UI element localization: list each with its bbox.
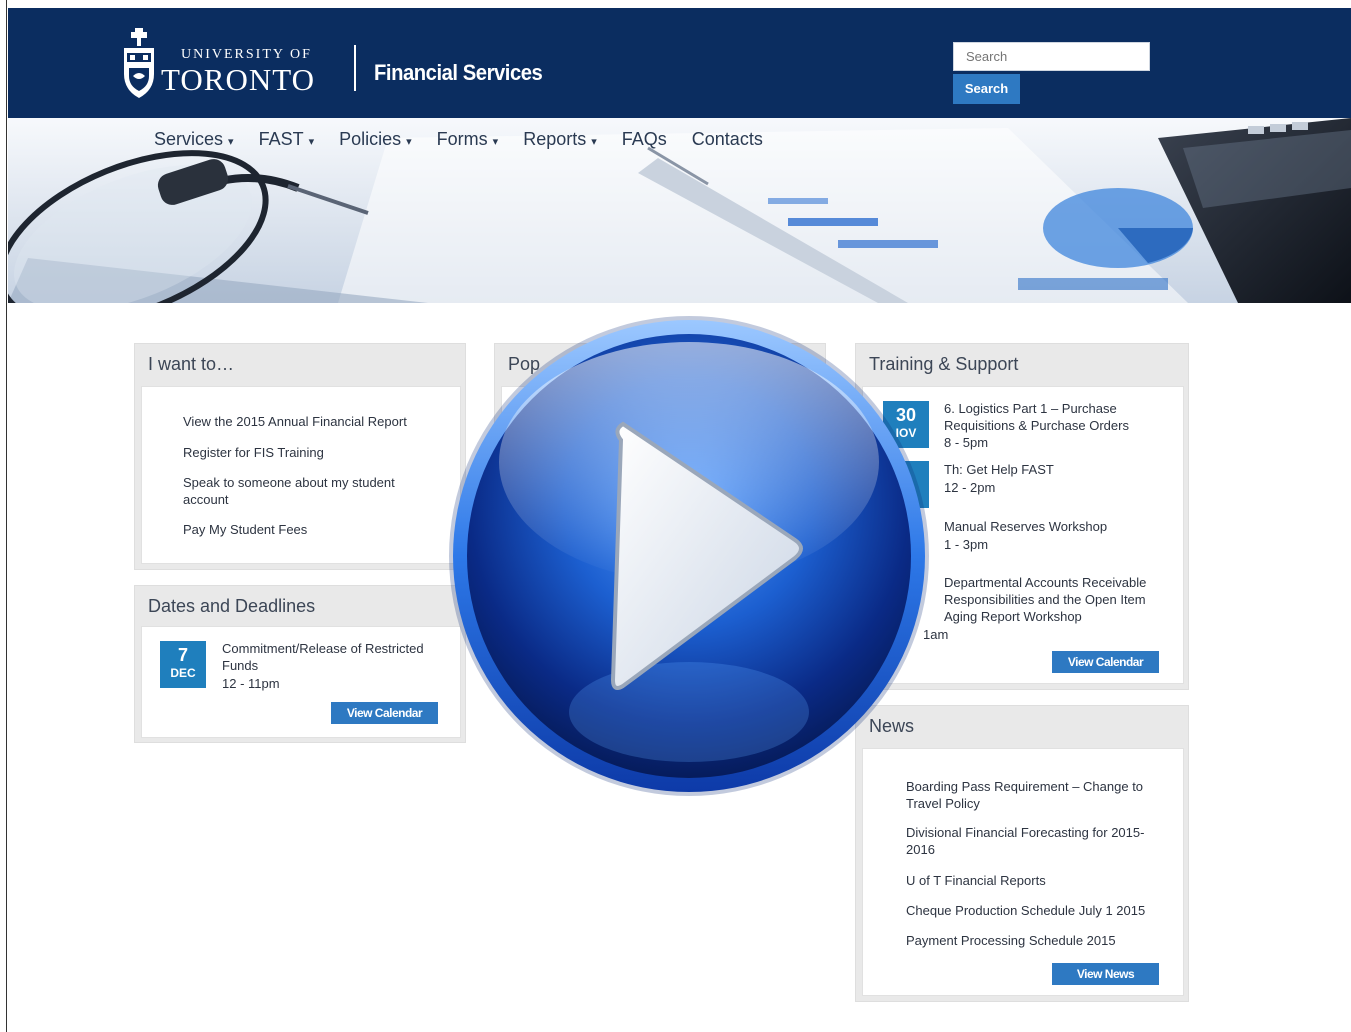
news-item[interactable]: U of T Financial Reports: [906, 872, 1156, 889]
nav-label: Contacts: [691, 129, 763, 149]
event-time: 12 - 11pm: [222, 676, 280, 691]
nav-label: Forms: [436, 129, 488, 149]
nav-label: Reports: [523, 129, 587, 149]
play-button-icon[interactable]: [445, 312, 933, 800]
nav-reports[interactable]: Reports ▾: [523, 129, 597, 150]
nav-faqs[interactable]: FAQs: [622, 129, 667, 150]
event-title[interactable]: 6. Logistics Part 1 – Purchase Requisiti…: [944, 400, 1164, 434]
news-item[interactable]: Divisional Financial Forecasting for 201…: [906, 824, 1158, 858]
nav-forms[interactable]: Forms ▾: [437, 129, 499, 150]
event-time: 1 - 3pm: [944, 537, 989, 552]
panel-title: Dates and Deadlines: [148, 596, 316, 616]
nav-policies[interactable]: Policies ▾: [339, 129, 412, 150]
department-name[interactable]: Financial Services: [374, 60, 543, 86]
date-day: 7: [177, 645, 188, 665]
university-crest-icon[interactable]: [121, 26, 157, 102]
news-item[interactable]: Boarding Pass Requirement – Change to Tr…: [906, 778, 1156, 812]
frame-border: [6, 0, 7, 1032]
news-item[interactable]: Cheque Production Schedule July 1 2015: [906, 902, 1166, 919]
main-nav: Services ▾ FAST ▾ Policies ▾ Forms ▾ Reports…: [154, 129, 788, 150]
dates-deadlines-panel: Dates and Deadlines 7 DEC Commitment/Rel…: [134, 585, 466, 743]
event-title[interactable]: Manual Reserves Workshop: [944, 518, 1164, 535]
search-button[interactable]: Search: [953, 74, 1020, 104]
event-title[interactable]: Commitment/Release of Restricted Funds: [222, 640, 444, 674]
date-month: DEC: [170, 666, 196, 680]
event-time: 12 - 2pm: [944, 480, 996, 495]
university-name[interactable]: TORONTO: [161, 62, 315, 98]
page: UNIVERSITY OF TORONTO Financial Services…: [0, 0, 1351, 1032]
view-news-button[interactable]: View News: [1052, 963, 1159, 985]
hero-banner: Services ▾ FAST ▾ Policies ▾ Forms ▾ Reports…: [8, 118, 1351, 303]
chevron-down-icon: ▾: [228, 136, 234, 148]
link-student-account[interactable]: Speak to someone about my student accoun…: [183, 474, 423, 508]
i-want-to-panel: I want to… View the 2015 Annual Financia…: [134, 343, 466, 570]
news-item[interactable]: Payment Processing Schedule 2015: [906, 932, 1166, 949]
nav-fast[interactable]: FAST ▾: [259, 129, 315, 150]
nav-services[interactable]: Services ▾: [154, 129, 234, 150]
site-header: UNIVERSITY OF TORONTO Financial Services…: [8, 8, 1351, 118]
link-register-fis[interactable]: Register for FIS Training: [183, 444, 443, 461]
chevron-down-icon: ▾: [492, 136, 499, 148]
panel-title: I want to…: [148, 354, 235, 374]
nav-label: FAQs: [621, 129, 667, 149]
chevron-down-icon: ▾: [308, 136, 315, 148]
panel-body: View the 2015 Annual Financial Report Re…: [141, 386, 461, 564]
link-pay-fees[interactable]: Pay My Student Fees: [183, 521, 443, 538]
event-time: 8 - 5pm: [944, 435, 989, 450]
link-annual-report[interactable]: View the 2015 Annual Financial Report: [183, 413, 443, 430]
search-input[interactable]: [953, 42, 1150, 71]
event-title[interactable]: Departmental Accounts Receivable Respons…: [944, 574, 1174, 625]
header-divider: [354, 45, 356, 91]
panel-body: 7 DEC Commitment/Release of Restricted F…: [141, 626, 461, 738]
chevron-down-icon: ▾: [591, 136, 597, 148]
nav-label: Services: [154, 129, 224, 149]
nav-label: Policies: [339, 129, 402, 149]
event-title[interactable]: Th: Get Help FAST: [944, 461, 1164, 478]
university-label: UNIVERSITY OF: [181, 47, 312, 62]
date-badge: 7 DEC: [160, 641, 206, 688]
view-calendar-button[interactable]: View Calendar: [1052, 651, 1159, 673]
chevron-down-icon: ▾: [406, 136, 412, 148]
nav-label: FAST: [258, 129, 304, 149]
view-calendar-button[interactable]: View Calendar: [331, 702, 438, 724]
nav-contacts[interactable]: Contacts: [692, 129, 763, 150]
